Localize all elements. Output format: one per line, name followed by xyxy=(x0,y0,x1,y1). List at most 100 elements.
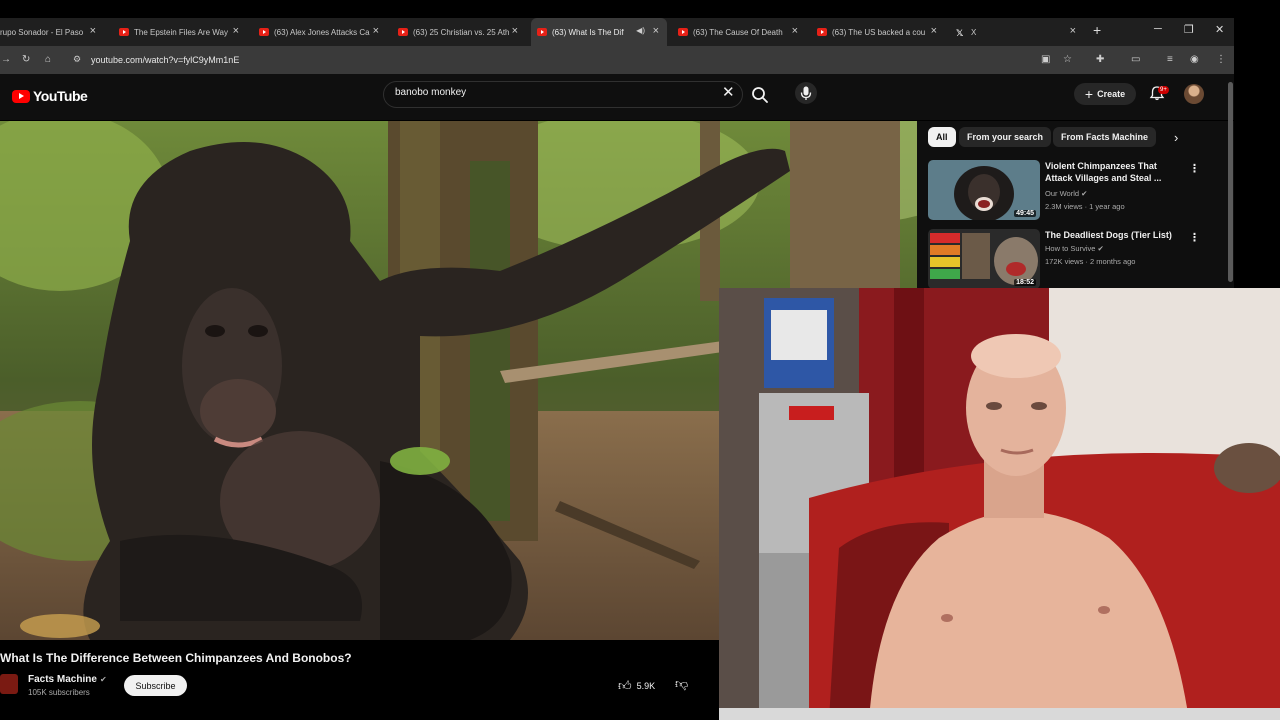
more-options-icon[interactable]: ⋮ xyxy=(1189,162,1200,175)
recommendations-sidebar: All From your search From Facts Machine … xyxy=(917,121,1234,291)
address-bar[interactable]: youtube.com/watch?v=fylC9yMm1nE xyxy=(91,55,239,65)
forward-icon[interactable]: → xyxy=(1,54,11,65)
tab-title: (63) 25 Christian vs. 25 Ath xyxy=(413,27,510,37)
browser-tab[interactable]: (63) The US backed a cou × xyxy=(811,18,945,46)
speaker-icon[interactable]: ◀) xyxy=(636,26,645,35)
subscribe-button[interactable]: Subscribe xyxy=(124,675,187,696)
verified-check-icon: ✔ xyxy=(1081,189,1088,198)
close-tab-icon[interactable]: × xyxy=(1070,25,1076,37)
recommendation-channel[interactable]: Our World ✔ xyxy=(1045,189,1087,198)
youtube-icon xyxy=(537,28,547,36)
youtube-masthead: YouTube ✕ + Create 9+ xyxy=(0,74,1234,120)
close-tab-icon[interactable]: × xyxy=(931,25,937,37)
bookmark-star-icon[interactable]: ☆ xyxy=(1063,54,1072,65)
page-scrollbar[interactable] xyxy=(1228,82,1233,282)
split-view-icon[interactable]: ▭ xyxy=(1131,54,1140,65)
close-tab-icon[interactable]: × xyxy=(233,25,239,37)
recommendation-channel[interactable]: How to Survive ✔ xyxy=(1045,244,1104,253)
account-avatar[interactable] xyxy=(1184,84,1204,104)
youtube-icon xyxy=(119,28,129,36)
recommendation-title[interactable]: The Deadliest Dogs (Tier List) xyxy=(1045,229,1175,241)
minimize-icon[interactable]: ─ xyxy=(1154,23,1162,35)
youtube-icon xyxy=(259,28,269,36)
tab-title: X xyxy=(971,27,977,37)
tab-title: rupo Sonador - El Paso xyxy=(0,27,84,37)
extensions-icon[interactable]: ✚ xyxy=(1096,54,1104,65)
search-input[interactable] xyxy=(395,87,715,98)
microphone-icon[interactable] xyxy=(795,82,817,104)
recommendation-meta: 172K views · 2 months ago xyxy=(1045,257,1136,266)
recommendation-meta: 2.3M views · 1 year ago xyxy=(1045,202,1125,211)
webcam-feed-image xyxy=(719,288,1280,720)
youtube-logo[interactable]: YouTube xyxy=(12,88,88,104)
create-button[interactable]: + Create xyxy=(1074,83,1136,105)
browser-tab[interactable]: 𝕏 X × xyxy=(950,18,1084,46)
chip-all[interactable]: All xyxy=(928,127,956,147)
browser-tab[interactable]: The Epstein Files Are Way × xyxy=(113,18,247,46)
channel-avatar[interactable] xyxy=(0,674,18,694)
thumbs-up-icon: 👍︎ xyxy=(618,677,632,693)
close-tab-icon[interactable]: × xyxy=(90,25,96,37)
youtube-icon xyxy=(398,28,408,36)
chevron-right-icon[interactable]: › xyxy=(1174,130,1178,145)
close-tab-icon[interactable]: × xyxy=(792,25,798,37)
channel-name[interactable]: Facts Machine xyxy=(28,674,97,685)
reload-icon[interactable]: ↻ xyxy=(22,54,30,65)
close-window-icon[interactable]: ✕ xyxy=(1215,23,1224,36)
close-tab-icon[interactable]: × xyxy=(512,25,518,37)
like-count: 5.9K xyxy=(636,680,656,691)
subscriber-count: 105K subscribers xyxy=(28,688,90,697)
install-app-icon[interactable]: ▣ xyxy=(1041,54,1050,65)
home-icon[interactable]: ⌂ xyxy=(45,54,51,65)
more-options-icon[interactable]: ⋮ xyxy=(1189,231,1200,244)
video-duration: 18:52 xyxy=(1014,279,1036,286)
browser-tab[interactable]: (63) Alex Jones Attacks Ca × xyxy=(253,18,387,46)
recommendation-item[interactable]: 49:45 Violent Chimpanzees That Attack Vi… xyxy=(928,160,1228,220)
browser-tab[interactable]: rupo Sonador - El Paso × xyxy=(0,18,104,46)
site-info-icon[interactable]: ⚙ xyxy=(73,54,81,65)
video-duration: 49:45 xyxy=(1014,210,1036,217)
browser-tab[interactable]: (63) The Cause Of Death × xyxy=(672,18,806,46)
tab-title: (63) Alex Jones Attacks Ca xyxy=(274,27,370,37)
youtube-icon xyxy=(817,28,827,36)
search-icon[interactable] xyxy=(751,86,769,104)
clear-search-icon[interactable]: ✕ xyxy=(722,85,735,100)
chip-from-your-search[interactable]: From your search xyxy=(959,127,1052,147)
close-tab-icon[interactable]: × xyxy=(373,25,379,37)
recommendation-title[interactable]: Violent Chimpanzees That Attack Villages… xyxy=(1045,160,1175,184)
webcam-overlay xyxy=(719,288,1280,720)
notification-count-badge: 9+ xyxy=(1158,86,1169,94)
media-controls-icon[interactable]: ≡ xyxy=(1167,54,1173,65)
video-thumbnail[interactable]: 18:52 xyxy=(928,229,1040,289)
channel-label: Our World xyxy=(1045,189,1080,198)
youtube-icon xyxy=(678,28,688,36)
x-icon: 𝕏 xyxy=(956,28,964,38)
restore-icon[interactable]: ❐ xyxy=(1184,23,1194,36)
recommendation-item[interactable]: 18:52 The Deadliest Dogs (Tier List) How… xyxy=(928,229,1228,289)
youtube-play-icon xyxy=(12,89,30,103)
browser-tab-strip: rupo Sonador - El Paso × The Epstein Fil… xyxy=(0,18,1234,46)
close-tab-icon[interactable]: × xyxy=(653,25,659,37)
profile-icon[interactable]: ◉ xyxy=(1190,54,1199,65)
create-label: Create xyxy=(1097,89,1126,99)
new-tab-button[interactable]: + xyxy=(1093,22,1101,38)
browser-tab[interactable]: (63) 25 Christian vs. 25 Ath × xyxy=(392,18,526,46)
verified-check-icon: ✔ xyxy=(100,675,107,684)
chip-from-channel[interactable]: From Facts Machine xyxy=(1053,127,1157,147)
screen: rupo Sonador - El Paso × The Epstein Fil… xyxy=(0,0,1280,720)
like-button[interactable]: 👍︎ 5.9K xyxy=(610,675,665,696)
tab-title: (63) The US backed a cou xyxy=(832,27,926,37)
channel-label: How to Survive xyxy=(1045,244,1096,253)
tab-title: The Epstein Files Are Way xyxy=(134,27,228,37)
youtube-logo-text: YouTube xyxy=(33,88,88,104)
tab-title: (63) What Is The Diffe xyxy=(552,27,624,37)
dislike-button[interactable]: 👎︎ xyxy=(675,676,688,692)
video-title: What Is The Difference Between Chimpanze… xyxy=(0,651,352,665)
browser-tab-active[interactable]: (63) What Is The Diffe ◀) × xyxy=(531,18,667,46)
plus-icon: + xyxy=(1084,86,1094,102)
verified-check-icon: ✔ xyxy=(1097,244,1104,253)
browser-menu-icon[interactable]: ⋮ xyxy=(1216,54,1226,65)
video-thumbnail[interactable]: 49:45 xyxy=(928,160,1040,220)
tab-title: (63) The Cause Of Death xyxy=(693,27,783,37)
browser-toolbar: → ↻ ⌂ ⚙ youtube.com/watch?v=fylC9yMm1nE … xyxy=(0,46,1234,74)
